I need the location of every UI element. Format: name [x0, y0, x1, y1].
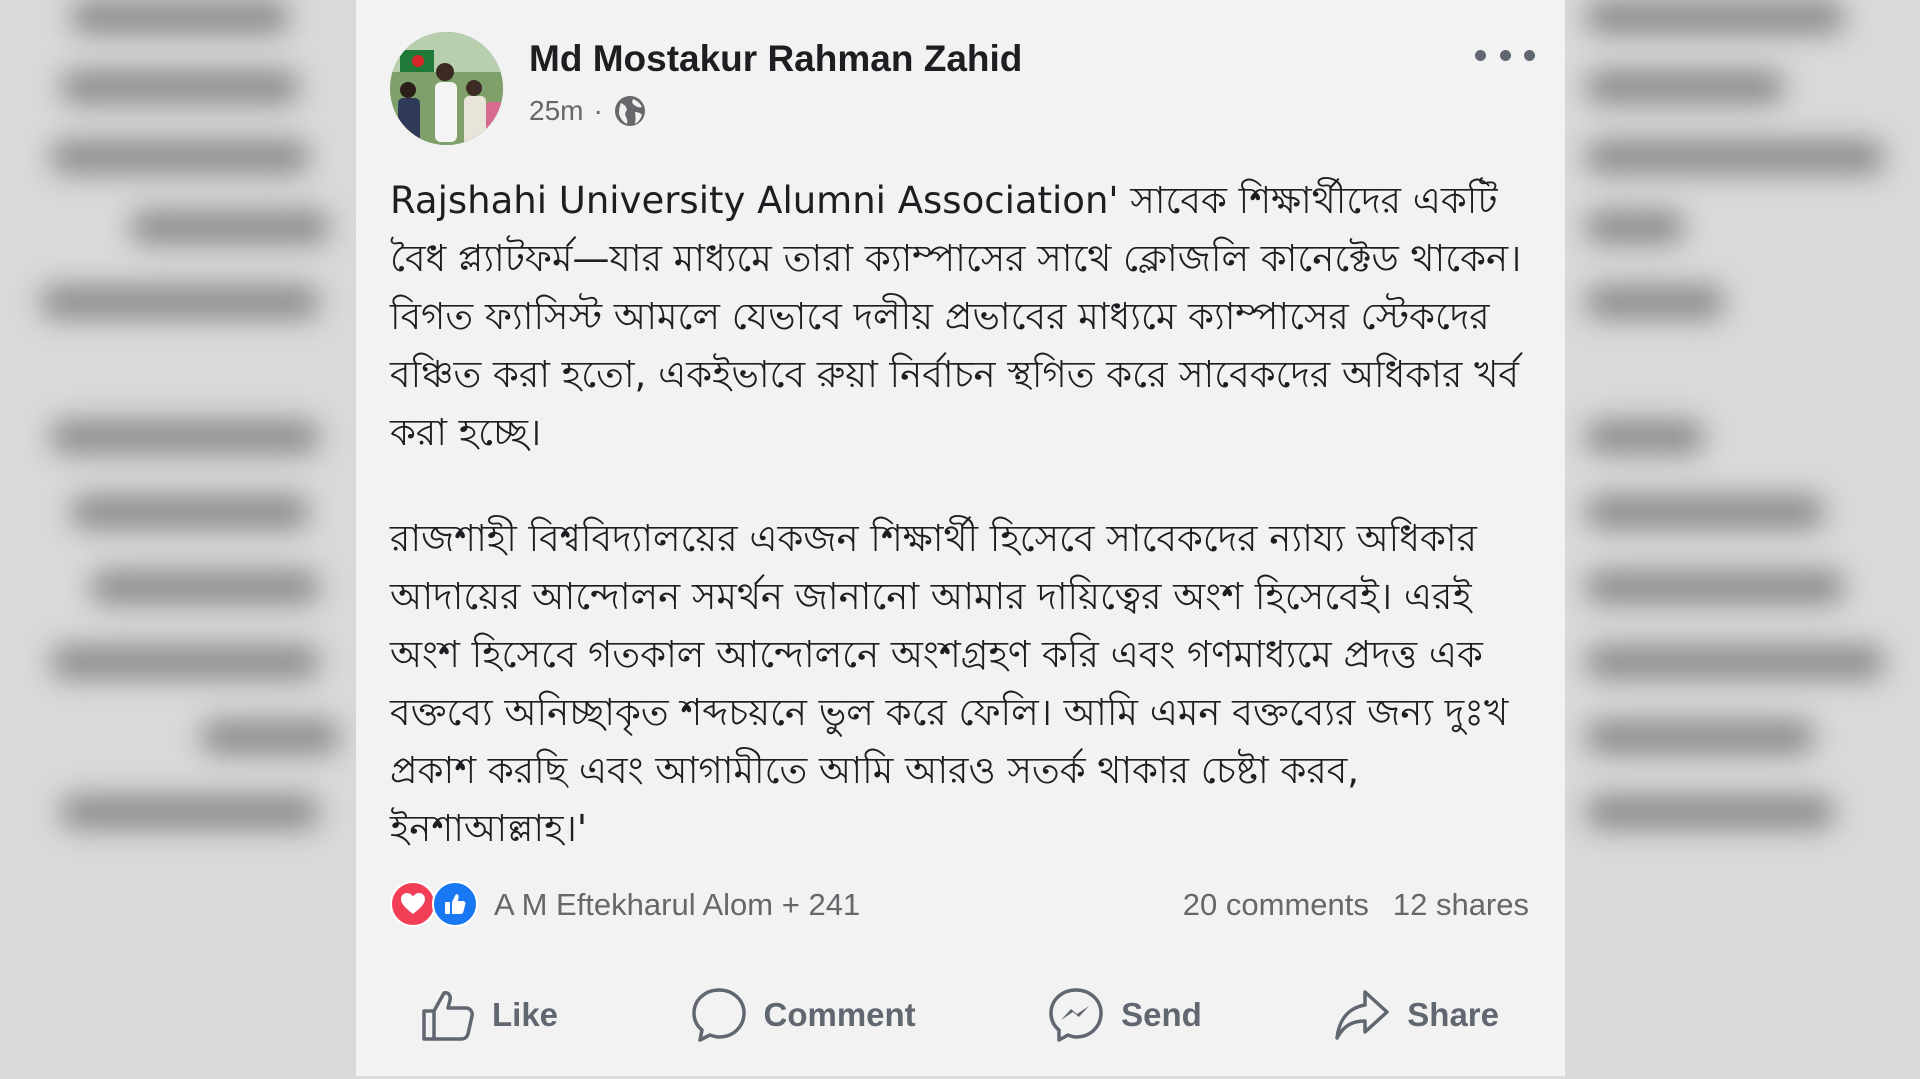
more-dot-icon	[1524, 49, 1535, 61]
author-name[interactable]: Md Mostakur Rahman Zahid	[529, 38, 1022, 80]
share-button[interactable]: Share	[1303, 986, 1529, 1044]
comment-label: Comment	[763, 996, 916, 1033]
meta-separator: ·	[593, 95, 603, 126]
post-header: Md Mostakur Rahman Zahid 25m ·	[390, 32, 1535, 147]
shares-count[interactable]: 12 shares	[1393, 887, 1529, 923]
like-button[interactable]: Like	[390, 987, 588, 1043]
post-time[interactable]: 25m	[529, 95, 583, 127]
blurred-background-right	[1565, 0, 1920, 1079]
comment-button[interactable]: Comment	[660, 986, 946, 1044]
messenger-icon	[1049, 988, 1103, 1042]
more-dot-icon	[1475, 49, 1486, 61]
reactions-bar: A M Eftekharul Alom + 241 20 comments 12…	[390, 880, 1529, 930]
send-label: Send	[1121, 996, 1202, 1033]
globe-icon	[613, 94, 647, 128]
share-label: Share	[1407, 996, 1499, 1033]
heart-icon	[390, 881, 436, 927]
post-paragraph: রাজশাহী বিশ্ববিদ্যালয়ের একজন শিক্ষার্থী…	[390, 517, 1509, 850]
avatar[interactable]	[390, 32, 503, 145]
post-card: Md Mostakur Rahman Zahid 25m · Rajshahi …	[356, 0, 1565, 1079]
like-label: Like	[492, 996, 559, 1033]
reactions-summary[interactable]: A M Eftekharul Alom + 241	[494, 887, 860, 923]
share-arrow-icon	[1335, 990, 1390, 1040]
post-text: Rajshahi University Alumni Association' …	[390, 172, 1540, 906]
more-options-button[interactable]	[1475, 40, 1535, 70]
post-meta: 25m ·	[529, 94, 647, 128]
reaction-icons[interactable]	[390, 881, 482, 929]
send-button[interactable]: Send	[1017, 986, 1232, 1044]
like-icon	[432, 881, 478, 927]
more-dot-icon	[1499, 49, 1511, 61]
blurred-background-left	[0, 0, 356, 1079]
comment-bubble-icon	[691, 988, 746, 1042]
thumbs-up-icon	[422, 991, 474, 1041]
comments-count[interactable]: 20 comments	[1183, 887, 1369, 923]
post-actions: Like Comment Send Share	[390, 980, 1529, 1050]
post-stats: 20 comments 12 shares	[1183, 887, 1529, 923]
post-paragraph: Rajshahi University Alumni Association' …	[390, 179, 1522, 454]
